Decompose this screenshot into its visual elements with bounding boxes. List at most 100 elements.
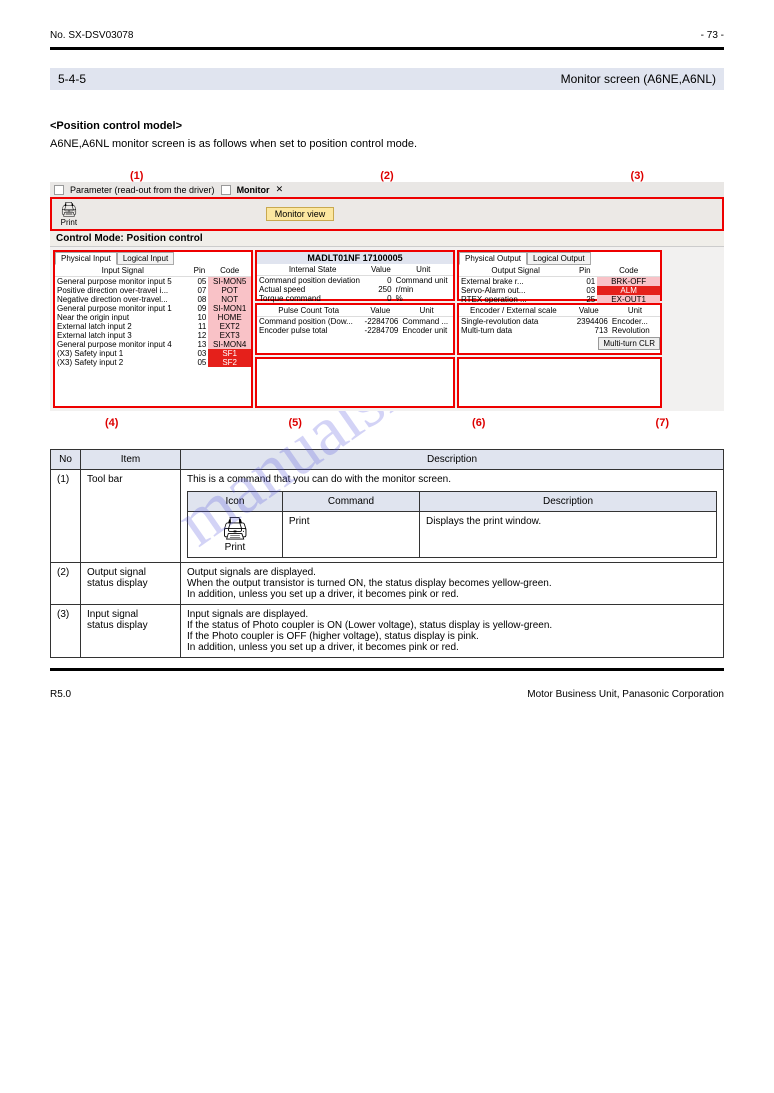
th-signal: Input Signal — [55, 265, 191, 277]
footer-org: Motor Business Unit, Panasonic Corporati… — [527, 689, 724, 700]
row-item: Input signal status display — [81, 605, 181, 658]
panel-output: Physical Output Logical Output Output Si… — [457, 250, 662, 301]
cell: General purpose monitor input 1 — [55, 304, 191, 313]
panel-empty — [457, 357, 662, 408]
tab-icon — [221, 185, 231, 195]
subheading: <Position control model> — [50, 120, 724, 132]
tab-logical-input[interactable]: Logical Input — [117, 252, 174, 265]
callout-4: (4) — [105, 417, 118, 429]
cell: 08 — [191, 295, 209, 304]
row-desc: This is a command that you can do with t… — [187, 474, 451, 485]
row-item: Tool bar — [81, 470, 181, 563]
monitor-view-button[interactable]: Monitor view — [266, 207, 335, 221]
th: Unit — [610, 305, 660, 317]
th: Output Signal — [459, 265, 572, 277]
cell: 09 — [191, 304, 209, 313]
cell: 07 — [191, 286, 209, 295]
cell: SI-MON5 — [208, 277, 251, 287]
th: Unit — [394, 264, 453, 276]
cell: EXT3 — [208, 331, 251, 340]
sub-cmd: Print — [282, 512, 419, 558]
th: Value — [568, 305, 610, 317]
row-no: (3) — [51, 605, 81, 658]
th: Unit — [400, 305, 453, 317]
panel-pulse: Pulse Count TotaValueUnit Command positi… — [255, 303, 455, 354]
th-pin: Pin — [191, 265, 209, 277]
cell: 2394406 — [568, 317, 610, 327]
control-mode-label: Control Mode: Position control — [50, 231, 724, 247]
sub-desc: Displays the print window. — [420, 512, 717, 558]
row-item: Output signal status display — [81, 563, 181, 605]
cell: POT — [208, 286, 251, 295]
cell: 713 — [568, 326, 610, 335]
description-table: No Item Description (1) Tool bar This is… — [50, 449, 724, 658]
tab-close-icon[interactable]: ✕ — [276, 184, 284, 195]
cell: Actual speed — [257, 285, 368, 294]
printer-icon[interactable]: 🖨 — [60, 201, 78, 218]
tab-monitor[interactable]: Monitor — [237, 185, 270, 195]
print-label: Print — [60, 218, 78, 227]
cell: SI-MON1 — [208, 304, 251, 313]
tab-physical-input[interactable]: Physical Input — [55, 252, 117, 265]
row-no: (2) — [51, 563, 81, 605]
cell: External latch input 3 — [55, 331, 191, 340]
panel-internal-state: MADLT01NF 17100005 Internal StateValueUn… — [255, 250, 455, 301]
cell: 0 — [368, 276, 393, 286]
cell: 0 — [368, 294, 393, 303]
cell: Single-revolution data — [459, 317, 568, 327]
row-desc: Input signals are displayed. If the stat… — [181, 605, 724, 658]
cell: General purpose monitor input 4 — [55, 340, 191, 349]
th-code: Code — [208, 265, 251, 277]
cell: (X3) Safety input 2 — [55, 358, 191, 367]
cell: 250 — [368, 285, 393, 294]
cell: 05 — [191, 358, 209, 367]
th-desc: Description — [181, 450, 724, 470]
cell: Encoder... — [610, 317, 660, 327]
row-desc: Output signals are displayed. When the o… — [181, 563, 724, 605]
sub-th-desc: Description — [420, 492, 717, 512]
cell: Servo-Alarm out... — [459, 286, 572, 295]
sub-th-cmd: Command — [282, 492, 419, 512]
tab-parameter[interactable]: Parameter (read-out from the driver) — [70, 185, 215, 195]
cell: Multi-turn data — [459, 326, 568, 335]
cell: Torque command — [257, 294, 368, 303]
cell: 03 — [572, 286, 597, 295]
section-num: 5-4-5 — [58, 72, 86, 86]
cell: 10 — [191, 313, 209, 322]
cell: HOME — [208, 313, 251, 322]
cell: 13 — [191, 340, 209, 349]
cell: Positive direction over-travel i... — [55, 286, 191, 295]
panel-encoder: Encoder / External scaleValueUnit Single… — [457, 303, 662, 354]
cell: 05 — [191, 277, 209, 287]
divider-bottom — [50, 668, 724, 671]
cell: r/min — [394, 285, 453, 294]
row-no: (1) — [51, 470, 81, 563]
cell: 11 — [191, 322, 209, 331]
cell: BRK-OFF — [597, 277, 660, 287]
cell: Command position deviation — [257, 276, 368, 286]
cell: 12 — [191, 331, 209, 340]
cell: EXT2 — [208, 322, 251, 331]
callout-2: (2) — [380, 170, 393, 182]
cell: % — [394, 294, 453, 303]
section-title: Monitor screen (A6NE,A6NL) — [561, 72, 716, 86]
cell: ALM — [597, 286, 660, 295]
panel-empty — [255, 357, 455, 408]
cell: 03 — [191, 349, 209, 358]
cell: Negative direction over-travel... — [55, 295, 191, 304]
cell: External brake r... — [459, 277, 572, 287]
page-number: - 73 - — [701, 30, 724, 41]
callout-5: (5) — [289, 417, 302, 429]
th: Value — [368, 264, 393, 276]
cell: (X3) Safety input 1 — [55, 349, 191, 358]
multi-turn-clr-button[interactable]: Multi-turn CLR — [598, 337, 660, 350]
cell: SF1 — [208, 349, 251, 358]
doc-number: No. SX-DSV03078 — [50, 30, 133, 41]
th: Value — [360, 305, 400, 317]
body-text: A6NE,A6NL monitor screen is as follows w… — [50, 138, 724, 150]
tab-physical-output[interactable]: Physical Output — [459, 252, 527, 265]
th-item: Item — [81, 450, 181, 470]
divider-top — [50, 47, 724, 50]
tab-logical-output[interactable]: Logical Output — [527, 252, 591, 265]
printer-icon: 🖨 — [194, 516, 276, 542]
